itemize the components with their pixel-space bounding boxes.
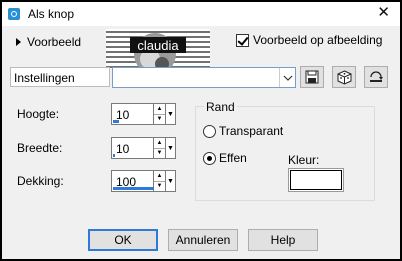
edge-group-title: Rand <box>204 100 237 114</box>
save-icon <box>305 70 319 84</box>
window-title: Als knop <box>28 7 75 21</box>
transparent-radio[interactable] <box>203 124 216 138</box>
width-stepper[interactable]: ▲ ▼ <box>154 137 166 159</box>
width-input[interactable]: 10 <box>111 137 154 159</box>
dice-icon <box>337 69 351 85</box>
preview-on-image-checkbox[interactable] <box>236 33 249 47</box>
up-arrow-icon[interactable]: ▲ <box>154 138 165 149</box>
settings-label: Instellingen <box>10 67 110 87</box>
close-icon[interactable]: ✕ <box>377 5 390 21</box>
title-bar: Als knop ✕ <box>2 2 400 26</box>
preview-on-image-option[interactable]: Voorbeeld op afbeelding <box>236 33 382 47</box>
width-slider-bar[interactable] <box>113 154 115 157</box>
preview-toggle-label: Voorbeeld <box>27 35 82 49</box>
cancel-button[interactable]: Annuleren <box>168 229 238 251</box>
opacity-dropdown-icon[interactable]: ▼ <box>166 170 176 192</box>
preview-toggle[interactable]: Voorbeeld <box>16 35 81 49</box>
ok-button[interactable]: OK <box>88 229 158 251</box>
solid-radio[interactable] <box>203 151 216 165</box>
save-preset-button[interactable] <box>300 66 324 88</box>
width-label: Breedte: <box>17 141 63 155</box>
width-value: 10 <box>116 142 130 156</box>
color-swatch[interactable] <box>289 169 343 191</box>
solid-option[interactable]: Effen <box>203 151 247 165</box>
opacity-slider-bar[interactable] <box>113 187 154 190</box>
preset-dropdown[interactable] <box>112 67 296 88</box>
reset-button[interactable] <box>364 66 388 88</box>
up-arrow-icon[interactable]: ▲ <box>154 171 165 182</box>
expand-triangle-icon <box>16 38 21 46</box>
dialog-window: Als knop ✕ Voorbeeld claudia Voorbeeld o… <box>2 2 400 259</box>
randomize-button[interactable] <box>332 66 356 88</box>
app-icon <box>8 8 20 20</box>
width-dropdown-icon[interactable]: ▼ <box>166 137 176 159</box>
down-arrow-icon[interactable]: ▼ <box>154 115 165 125</box>
preview-on-image-label: Voorbeeld op afbeelding <box>253 33 383 47</box>
transparent-option[interactable]: Transparant <box>203 124 283 138</box>
solid-label: Effen <box>219 151 247 165</box>
chevron-down-icon[interactable] <box>279 68 295 87</box>
thumbnail-text: claudia <box>137 38 179 53</box>
height-input[interactable]: 10 <box>111 103 154 125</box>
height-stepper[interactable]: ▲ ▼ <box>154 103 166 125</box>
down-arrow-icon[interactable]: ▼ <box>154 182 165 192</box>
height-slider-bar[interactable] <box>113 120 119 123</box>
up-arrow-icon[interactable]: ▲ <box>154 104 165 115</box>
down-arrow-icon[interactable]: ▼ <box>154 149 165 159</box>
height-dropdown-icon[interactable]: ▼ <box>166 103 176 125</box>
width-spinner[interactable]: 10 ▲ ▼ ▼ <box>111 137 179 159</box>
opacity-label: Dekking: <box>17 174 64 188</box>
reset-icon <box>370 71 383 82</box>
opacity-input[interactable]: 100 <box>111 170 154 192</box>
help-button[interactable]: Help <box>248 229 318 251</box>
height-label: Hoogte: <box>17 107 60 121</box>
height-spinner[interactable]: 10 ▲ ▼ ▼ <box>111 103 179 125</box>
transparent-label: Transparant <box>219 124 284 138</box>
color-label: Kleur: <box>288 153 320 167</box>
preview-thumbnail: claudia <box>106 29 210 69</box>
opacity-spinner[interactable]: 100 ▲ ▼ ▼ <box>111 170 179 192</box>
opacity-stepper[interactable]: ▲ ▼ <box>154 170 166 192</box>
